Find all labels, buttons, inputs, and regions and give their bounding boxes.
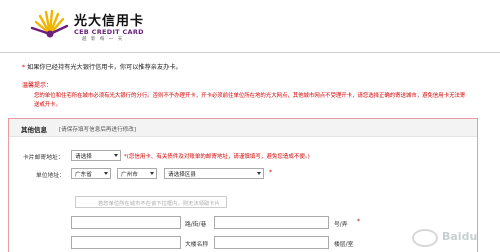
- district-select[interactable]: 请选择区县: [164, 168, 264, 179]
- required-mark: *: [357, 218, 360, 225]
- company-address-label: 单位地址：: [36, 173, 65, 179]
- required-mark: *: [269, 169, 272, 176]
- header-divider: [0, 52, 500, 53]
- city-select[interactable]: 广州市: [117, 168, 157, 179]
- paw-icon: [412, 229, 438, 247]
- notice-star: *: [22, 64, 26, 71]
- district-value: 请选择区县: [168, 172, 196, 178]
- floor-input[interactable]: [214, 236, 329, 249]
- referral-notice: * 如果你已经持有光大银行信用卡，你可以推荐亲友办卡。: [22, 62, 182, 71]
- brand-name-cn: 光大信用卡: [74, 14, 145, 29]
- notice-text: 如果你已经持有光大银行信用卡，你可以推荐亲友办卡。: [27, 64, 182, 71]
- brand-name-en: CEB CREDIT CARD: [74, 28, 144, 36]
- card-address-note: *(您信用卡、有关债件及对账单的邮寄地址，请谨慎填写，避免您造成不便。): [124, 154, 310, 160]
- road-suffix: 路/街/巷: [185, 222, 207, 228]
- number-input[interactable]: [214, 216, 329, 229]
- province-select[interactable]: 广东省: [71, 168, 111, 179]
- warm-tip: 温馨提示： 您的单位和住宅所在城市必须有光大银行的分行。否则不予办理开卡，开卡必…: [22, 80, 466, 110]
- section-hint: [请保存填写信息后再进行修改]: [59, 126, 137, 133]
- city-not-listed-hint: 若您单位所在城市不在该下拉框内，则无法领取卡片: [75, 196, 227, 208]
- city-value: 广州市: [121, 172, 138, 178]
- road-input[interactable]: [71, 216, 181, 229]
- baidu-watermark: Baidu: [412, 226, 496, 250]
- province-value: 广东省: [75, 172, 92, 178]
- ceb-logo[interactable]: 光大信用卡 CEB CREDIT CARD 越 新 每 一 天: [30, 8, 210, 42]
- chevron-down-icon: [257, 172, 261, 175]
- watermark-text: Baidu: [442, 230, 478, 243]
- section-title: 其他信息: [21, 126, 47, 134]
- building-input[interactable]: [71, 236, 181, 249]
- card-address-select[interactable]: 请选择: [71, 150, 121, 161]
- chevron-down-icon: [114, 154, 118, 157]
- site-header: 光大信用卡 CEB CREDIT CARD 越 新 每 一 天: [0, 0, 500, 50]
- warm-tip-title: 温馨提示：: [22, 82, 53, 89]
- building-suffix: 大楼名称: [185, 242, 209, 248]
- brand-slogan: 越 新 每 一 天: [82, 37, 124, 42]
- floor-suffix: 楼层/室: [334, 242, 354, 248]
- card-address-label: 卡片邮寄地址：: [23, 155, 64, 161]
- sun-logo-icon: [30, 9, 69, 38]
- card-address-value: 请选择: [75, 154, 92, 160]
- number-suffix: 号/弄: [334, 222, 348, 228]
- warm-tip-body: 您的单位和住宅所在城市必须有光大银行的分行。否则不予办理开卡，开卡必须前往单位所…: [34, 93, 466, 108]
- chevron-down-icon: [104, 172, 108, 175]
- chevron-down-icon: [150, 172, 154, 175]
- other-info-panel: 其他信息 [请保存填写信息后再进行修改] 卡片邮寄地址： 请选择 *(您信用卡、…: [8, 118, 478, 252]
- panel-header: 其他信息 [请保存填写信息后再进行修改]: [9, 119, 477, 137]
